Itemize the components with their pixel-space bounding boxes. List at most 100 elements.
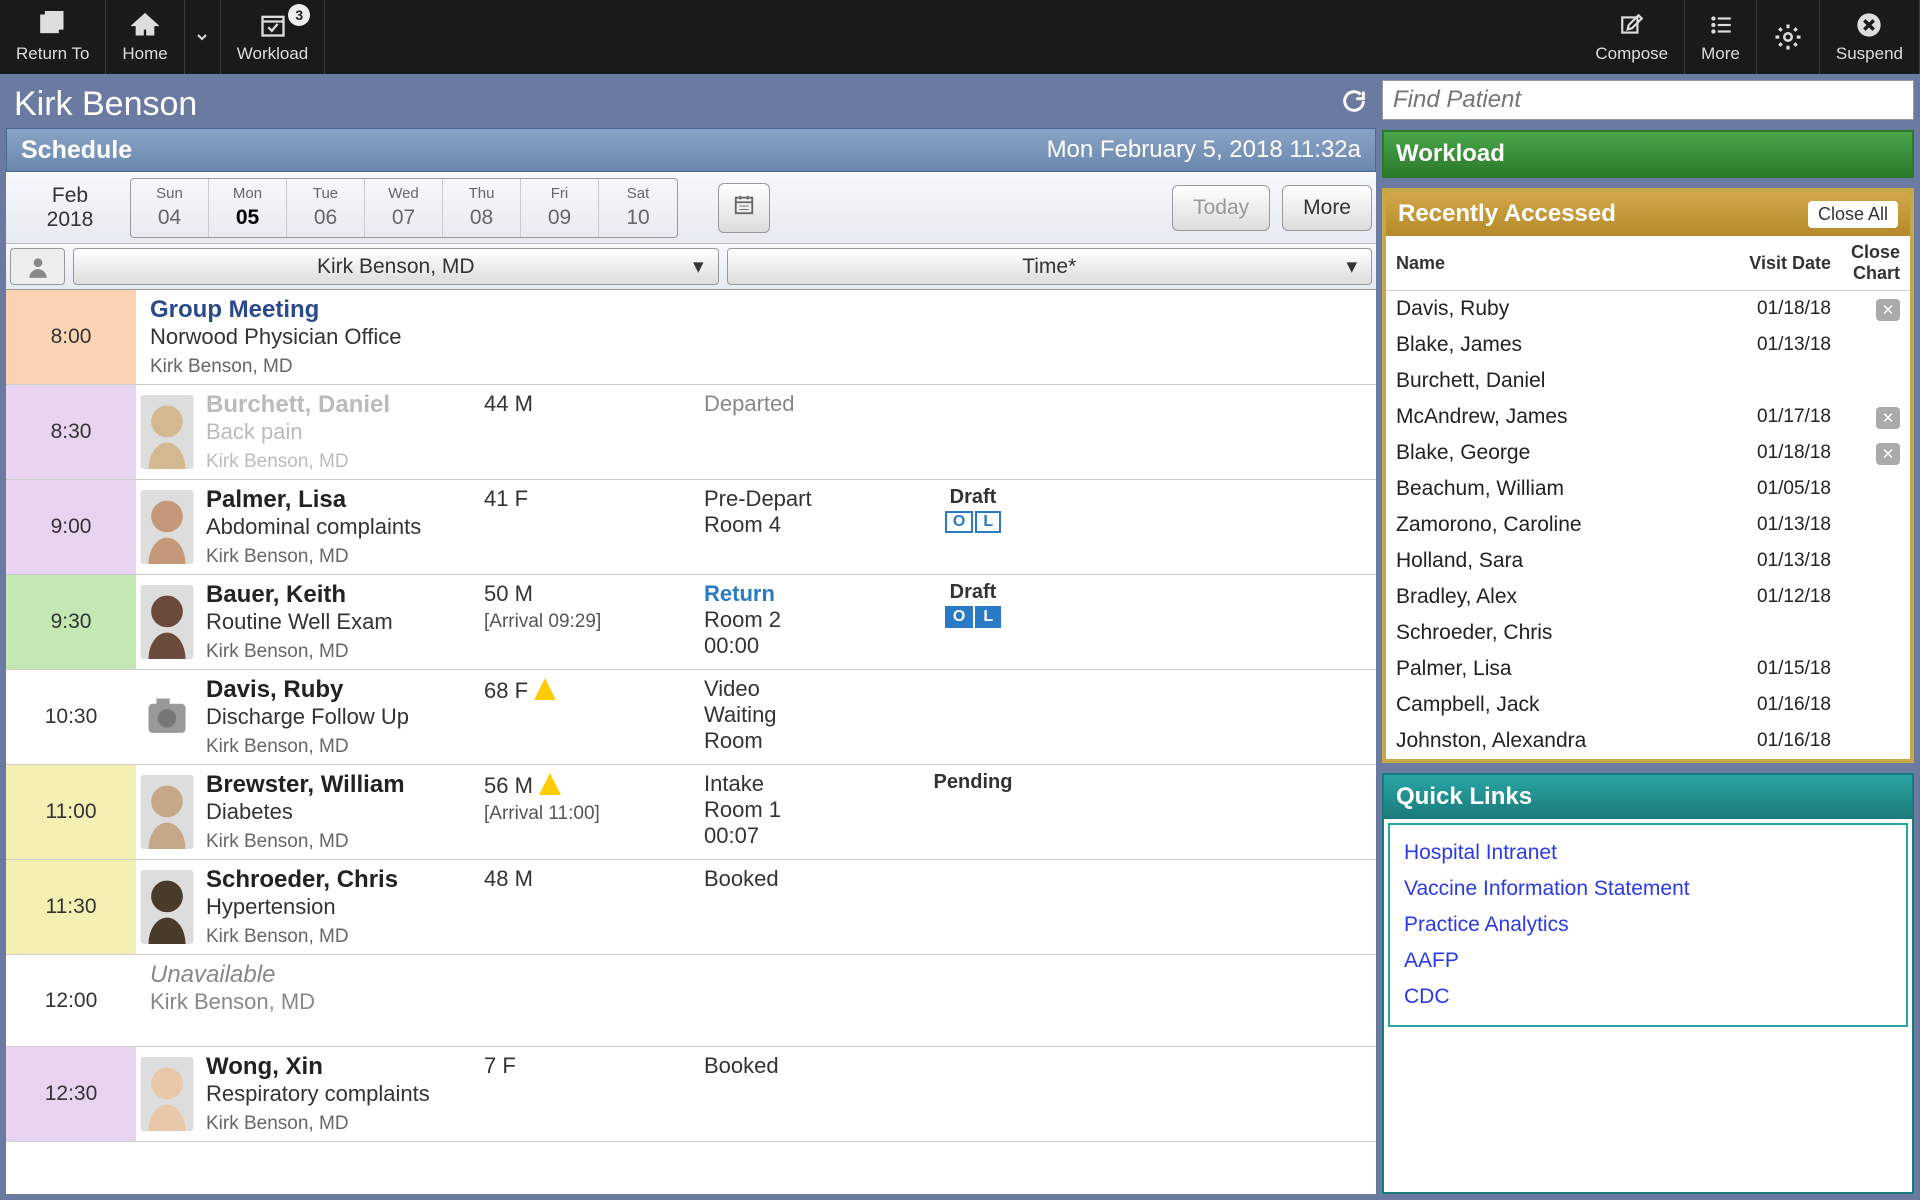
refresh-icon [1340, 87, 1368, 115]
appt-info: Palmer, Lisa Abdominal complaints Kirk B… [198, 480, 478, 574]
appt-info: Group Meeting Norwood Physician Office K… [136, 290, 1376, 384]
topbar: Return To Home Workload 3 Compose More S… [0, 0, 1920, 74]
search-input[interactable] [1382, 80, 1914, 120]
day-column[interactable]: Fri09 [521, 179, 599, 237]
workload-panel-header[interactable]: Workload [1384, 132, 1912, 176]
appt-status [898, 860, 1048, 954]
recent-row[interactable]: Burchett, Daniel [1386, 363, 1910, 399]
appointment-row[interactable]: 11:30 Schroeder, Chris Hypertension Kirk… [6, 860, 1376, 955]
close-all-button[interactable]: Close All [1808, 201, 1898, 228]
recent-row[interactable]: Campbell, Jack01/16/18 [1386, 687, 1910, 723]
settings-button[interactable] [1757, 0, 1820, 74]
recent-row[interactable]: Blake, James01/13/18 [1386, 327, 1910, 363]
warning-icon [534, 678, 556, 700]
close-chart-button[interactable]: ✕ [1876, 299, 1900, 321]
chevron-down-icon: ▾ [1346, 254, 1357, 279]
recent-row[interactable]: Blake, George01/18/18✕ [1386, 435, 1910, 471]
col-name: Name [1386, 236, 1693, 291]
workload-panel: Workload [1382, 130, 1914, 178]
calendar-picker-button[interactable] [718, 183, 770, 233]
gear-icon [1773, 22, 1803, 52]
appointment-row[interactable]: 9:00 Palmer, Lisa Abdominal complaints K… [6, 480, 1376, 575]
appt-age: 48 M [478, 860, 698, 954]
person-icon [25, 254, 51, 280]
appt-status: DraftOL [898, 480, 1048, 574]
recent-row[interactable]: Holland, Sara01/13/18 [1386, 543, 1910, 579]
recent-row[interactable]: Davis, Ruby01/18/18✕ [1386, 291, 1910, 328]
appt-info: Brewster, William Diabetes Kirk Benson, … [198, 765, 478, 859]
return-to-icon [38, 10, 68, 40]
workload-button[interactable]: Workload 3 [221, 0, 326, 74]
refresh-button[interactable] [1340, 87, 1368, 122]
appt-room: Booked [698, 1047, 898, 1141]
close-icon [1854, 10, 1884, 40]
day-column[interactable]: Tue06 [287, 179, 365, 237]
home-icon [130, 10, 160, 40]
patient-header: Kirk Benson [6, 80, 1376, 128]
recent-row[interactable]: Bradley, Alex01/12/18 [1386, 579, 1910, 615]
today-button[interactable]: Today [1172, 185, 1270, 231]
schedule-header: Schedule Mon February 5, 2018 11:32a [6, 128, 1376, 172]
calendar-icon [733, 194, 755, 216]
day-column[interactable]: Mon05 [209, 179, 287, 237]
compose-icon [1617, 10, 1647, 40]
provider-select[interactable]: Kirk Benson, MD ▾ [73, 248, 719, 285]
quick-link[interactable]: Vaccine Information Statement [1404, 871, 1892, 907]
person-filter-button[interactable] [10, 248, 65, 285]
workload-icon [258, 10, 288, 40]
home-dropdown-chevron[interactable] [185, 0, 221, 74]
appointment-row[interactable]: 12:00 Unavailable Kirk Benson, MD [6, 955, 1376, 1047]
recent-row[interactable]: Johnston, Alexandra01/16/18 [1386, 723, 1910, 759]
appointment-row[interactable]: 9:30 Bauer, Keith Routine Well Exam Kirk… [6, 575, 1376, 670]
appt-status [898, 385, 1048, 479]
appointment-row[interactable]: 8:00 Group Meeting Norwood Physician Off… [6, 290, 1376, 385]
workload-badge: 3 [288, 4, 310, 26]
recently-accessed-panel: Recently Accessed Close All Name Visit D… [1382, 188, 1914, 763]
recent-row[interactable]: Schroeder, Chris [1386, 615, 1910, 651]
appt-room: IntakeRoom 100:07 [698, 765, 898, 859]
appointment-row[interactable]: 8:30 Burchett, Daniel Back pain Kirk Ben… [6, 385, 1376, 480]
appt-status [898, 1047, 1048, 1141]
appointment-row[interactable]: 12:30 Wong, Xin Respiratory complaints K… [6, 1047, 1376, 1142]
appt-age: 68 F [478, 670, 698, 764]
appt-info: Schroeder, Chris Hypertension Kirk Benso… [198, 860, 478, 954]
quick-link[interactable]: Hospital Intranet [1404, 835, 1892, 871]
suspend-button[interactable]: Suspend [1820, 0, 1920, 74]
recent-row[interactable]: Palmer, Lisa01/15/18 [1386, 651, 1910, 687]
day-column[interactable]: Sun04 [131, 179, 209, 237]
appt-age: 50 M [Arrival 09:29] [478, 575, 698, 669]
day-column[interactable]: Wed07 [365, 179, 443, 237]
avatar [136, 860, 198, 954]
col-close-chart: Close Chart [1841, 236, 1910, 291]
day-column[interactable]: Sat10 [599, 179, 677, 237]
close-chart-button[interactable]: ✕ [1876, 443, 1900, 465]
recent-row[interactable]: McAndrew, James01/17/18✕ [1386, 399, 1910, 435]
recent-row[interactable]: Beachum, William01/05/18 [1386, 471, 1910, 507]
quick-link[interactable]: AAFP [1404, 943, 1892, 979]
home-button[interactable]: Home [106, 0, 184, 74]
appt-info: Burchett, Daniel Back pain Kirk Benson, … [198, 385, 478, 479]
appt-time: 12:00 [6, 955, 136, 1046]
appt-info: Unavailable Kirk Benson, MD [136, 955, 1376, 1046]
more-button[interactable]: More [1685, 0, 1757, 74]
return-to-button[interactable]: Return To [0, 0, 106, 74]
quick-link[interactable]: Practice Analytics [1404, 907, 1892, 943]
day-column[interactable]: Thu08 [443, 179, 521, 237]
search-box [1382, 80, 1914, 120]
avatar [136, 385, 198, 479]
sort-select[interactable]: Time* ▾ [727, 248, 1373, 285]
compose-button[interactable]: Compose [1579, 0, 1685, 74]
appointments-list[interactable]: 8:00 Group Meeting Norwood Physician Off… [6, 290, 1376, 1194]
close-chart-button[interactable]: ✕ [1876, 407, 1900, 429]
quick-links-list: Hospital IntranetVaccine Information Sta… [1388, 823, 1908, 1027]
schedule-label: Schedule [21, 136, 132, 165]
recent-row[interactable]: Zamorono, Caroline01/13/18 [1386, 507, 1910, 543]
schedule-date: Mon February 5, 2018 11:32a [1047, 136, 1361, 164]
chevron-down-icon: ▾ [693, 254, 704, 279]
appt-info: Wong, Xin Respiratory complaints Kirk Be… [198, 1047, 478, 1141]
schedule-more-button[interactable]: More [1282, 185, 1372, 231]
appointment-row[interactable]: 10:30 Davis, Ruby Discharge Follow Up Ki… [6, 670, 1376, 765]
chevron-down-icon [194, 29, 210, 45]
appointment-row[interactable]: 11:00 Brewster, William Diabetes Kirk Be… [6, 765, 1376, 860]
quick-link[interactable]: CDC [1404, 979, 1892, 1015]
